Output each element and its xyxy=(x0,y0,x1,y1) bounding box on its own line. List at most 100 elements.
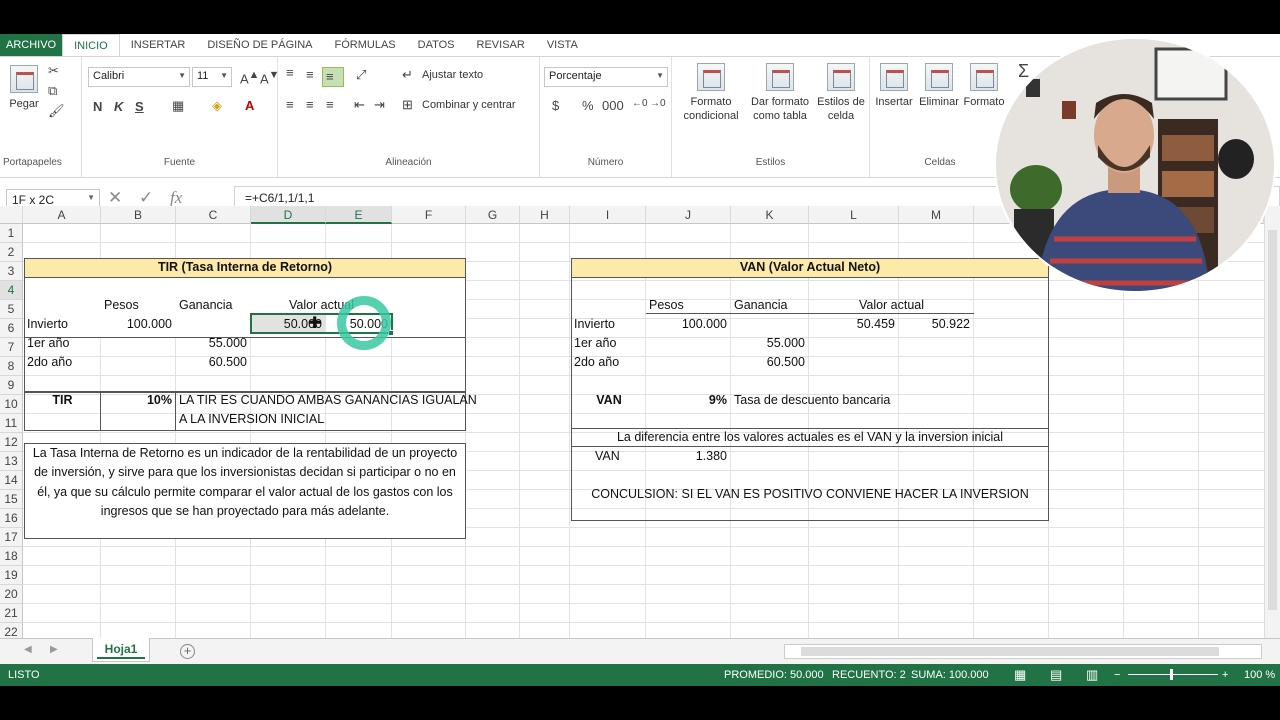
merge-icon[interactable]: ⊞ xyxy=(402,97,413,113)
zoom-out-icon[interactable]: − xyxy=(1114,664,1120,686)
row-header[interactable]: 2 xyxy=(0,243,23,262)
center-icon[interactable]: ≡ xyxy=(306,97,314,112)
comma-style-icon[interactable]: 000 xyxy=(602,98,624,113)
column-header-c[interactable]: C xyxy=(176,206,251,224)
row-header[interactable]: 12 xyxy=(0,433,23,452)
column-header-d[interactable]: D xyxy=(251,206,326,224)
column-header-h[interactable]: H xyxy=(520,206,570,224)
row-header[interactable]: 19 xyxy=(0,566,23,585)
italic-button[interactable]: K xyxy=(114,99,123,114)
insert-function-icon[interactable]: fx xyxy=(170,188,182,207)
row-header[interactable]: 4 xyxy=(0,281,23,300)
row-header[interactable]: 3 xyxy=(0,262,23,281)
delete-cells-button[interactable]: Eliminar xyxy=(916,63,962,109)
font-color-icon[interactable]: A xyxy=(245,98,254,113)
cell-styles-button[interactable]: Estilos de celda xyxy=(814,63,868,123)
row-header[interactable]: 7 xyxy=(0,338,23,357)
align-top-icon[interactable]: ≡ xyxy=(286,65,294,80)
row-header[interactable]: 6 xyxy=(0,319,23,338)
select-all-corner[interactable] xyxy=(0,206,23,224)
percent-icon[interactable]: % xyxy=(582,98,594,113)
cut-icon[interactable]: ✂ xyxy=(48,63,59,79)
decrease-indent-icon[interactable]: ⇤ xyxy=(354,97,365,113)
format-as-table-button[interactable]: Dar formato como tabla xyxy=(746,63,814,123)
add-sheet-icon[interactable]: + xyxy=(180,644,195,659)
wrap-text-button[interactable]: Ajustar texto xyxy=(422,69,483,81)
wrap-text-icon[interactable]: ↵ xyxy=(402,67,413,83)
row-header[interactable]: 10 xyxy=(0,395,23,414)
insert-cells-button[interactable]: Insertar xyxy=(872,63,916,109)
tab-diseno[interactable]: DISEÑO DE PÁGINA xyxy=(196,34,323,56)
scroll-thumb[interactable] xyxy=(801,647,1219,656)
row-header[interactable]: 14 xyxy=(0,471,23,490)
merge-center-button[interactable]: Combinar y centrar xyxy=(422,99,516,111)
format-painter-icon[interactable]: 🖌 xyxy=(48,103,65,119)
row-header[interactable]: 9 xyxy=(0,376,23,395)
column-header-g[interactable]: G xyxy=(466,206,520,224)
tab-formulas[interactable]: FÓRMULAS xyxy=(324,34,407,56)
font-size-combo[interactable]: 11 ▼ xyxy=(192,67,232,87)
tab-vista[interactable]: VISTA xyxy=(536,34,589,56)
zoom-in-icon[interactable]: + xyxy=(1222,664,1228,686)
decrease-decimal-icon[interactable]: →0 xyxy=(650,98,666,109)
orientation-icon[interactable]: ⤢ xyxy=(356,67,366,83)
align-middle-icon[interactable]: ≡ xyxy=(306,67,314,82)
tab-insertar[interactable]: INSERTAR xyxy=(120,34,197,56)
column-header-b[interactable]: B xyxy=(101,206,176,224)
cancel-icon[interactable]: ✕ xyxy=(108,188,122,207)
number-format-combo[interactable]: Porcentaje ▼ xyxy=(544,67,668,87)
sheet-tab-hoja1[interactable]: Hoja1 xyxy=(92,638,150,662)
column-header-e[interactable]: E xyxy=(326,206,392,224)
row-header[interactable]: 15 xyxy=(0,490,23,509)
row-header[interactable]: 11 xyxy=(0,414,23,433)
column-header-j[interactable]: J xyxy=(646,206,731,224)
row-header[interactable]: 18 xyxy=(0,547,23,566)
align-left-icon[interactable]: ≡ xyxy=(286,97,294,112)
column-header-i[interactable]: I xyxy=(570,206,646,224)
paste-button[interactable]: Pegar xyxy=(6,65,42,111)
underline-button[interactable]: S xyxy=(135,99,144,114)
row-header[interactable]: 21 xyxy=(0,604,23,623)
copy-icon[interactable]: ⧉ xyxy=(48,83,57,99)
confirm-icon[interactable]: ✓ xyxy=(139,188,153,207)
column-header-m[interactable]: M xyxy=(899,206,974,224)
row-header[interactable]: 20 xyxy=(0,585,23,604)
row-header[interactable]: 13 xyxy=(0,452,23,471)
conditional-format-button[interactable]: Formato condicional xyxy=(676,63,746,123)
increase-decimal-icon[interactable]: ←0 xyxy=(632,98,648,109)
page-break-icon[interactable]: ▥ xyxy=(1086,664,1098,686)
font-name-combo[interactable]: Calibri ▼ xyxy=(88,67,190,87)
prev-sheet-icon[interactable]: ◀ xyxy=(24,644,32,655)
autosum-icon[interactable]: Σ xyxy=(1018,61,1029,82)
align-right-icon[interactable]: ≡ xyxy=(326,97,334,112)
scroll-thumb[interactable] xyxy=(1268,230,1277,610)
column-header-k[interactable]: K xyxy=(731,206,809,224)
currency-icon[interactable]: $ xyxy=(552,98,559,113)
grow-font-icon[interactable]: A▲ xyxy=(240,69,259,86)
row-header[interactable]: 22 xyxy=(0,623,23,638)
bold-button[interactable]: N xyxy=(93,99,102,114)
tab-inicio[interactable]: INICIO xyxy=(62,34,120,56)
row-header[interactable]: 17 xyxy=(0,528,23,547)
row-header[interactable]: 5 xyxy=(0,300,23,319)
zoom-slider[interactable] xyxy=(1128,674,1218,675)
page-layout-icon[interactable]: ▤ xyxy=(1050,664,1062,686)
next-sheet-icon[interactable]: ▶ xyxy=(50,644,58,655)
vertical-scrollbar[interactable] xyxy=(1264,206,1280,638)
zoom-slider-thumb[interactable] xyxy=(1170,669,1173,680)
column-header-f[interactable]: F xyxy=(392,206,466,224)
borders-icon[interactable]: ▦ xyxy=(172,98,184,114)
row-header[interactable]: 8 xyxy=(0,357,23,376)
fill-color-icon[interactable]: ◈ xyxy=(212,98,222,114)
row-header[interactable]: 1 xyxy=(0,224,23,243)
increase-indent-icon[interactable]: ⇥ xyxy=(374,97,385,113)
column-header-a[interactable]: A xyxy=(23,206,101,224)
format-cells-button[interactable]: Formato xyxy=(962,63,1006,109)
horizontal-scrollbar[interactable] xyxy=(784,644,1262,659)
tab-revisar[interactable]: REVISAR xyxy=(466,34,536,56)
tab-datos[interactable]: DATOS xyxy=(407,34,466,56)
normal-view-icon[interactable]: ▦ xyxy=(1014,664,1026,686)
tab-archivo[interactable]: ARCHIVO xyxy=(0,34,63,56)
column-header-l[interactable]: L xyxy=(809,206,899,224)
row-header[interactable]: 16 xyxy=(0,509,23,528)
